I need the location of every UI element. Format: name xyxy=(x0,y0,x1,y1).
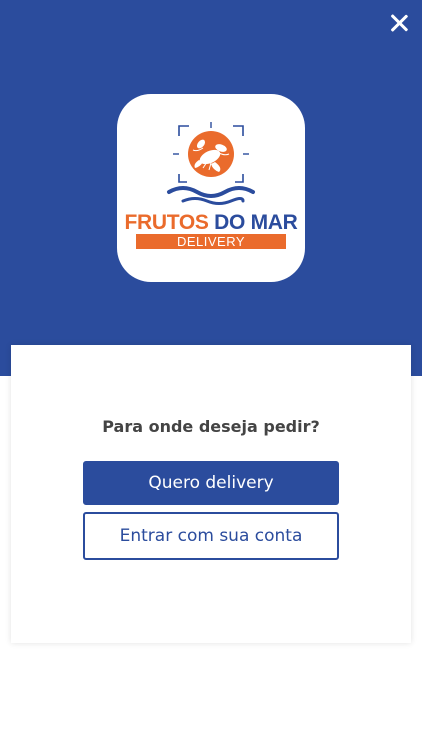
header-banner: FRUTOS DO MAR DELIVERY xyxy=(0,0,422,376)
app-logo: FRUTOS DO MAR DELIVERY xyxy=(117,94,305,282)
login-button[interactable]: Entrar com sua conta xyxy=(83,512,339,560)
order-options-card: Para onde deseja pedir? Quero delivery E… xyxy=(11,345,411,643)
logo-title-word1: FRUTOS xyxy=(124,211,209,234)
logo-subtitle: DELIVERY xyxy=(136,234,286,249)
close-icon[interactable] xyxy=(386,10,412,36)
logo-title: FRUTOS DO MAR xyxy=(117,212,305,234)
lobster-icon xyxy=(167,122,255,205)
logo-title-word2: DO MAR xyxy=(214,211,298,234)
delivery-button[interactable]: Quero delivery xyxy=(83,461,339,505)
order-question: Para onde deseja pedir? xyxy=(102,417,320,436)
